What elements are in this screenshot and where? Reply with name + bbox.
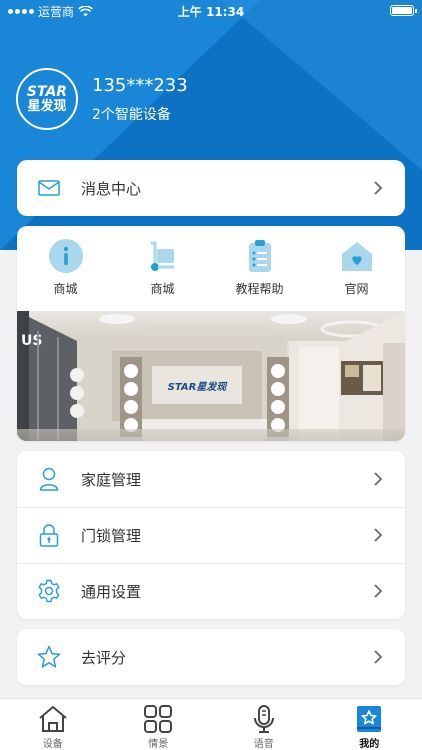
tab-voice[interactable]: 语音: [211, 699, 317, 750]
rate-card: 去评分: [17, 629, 405, 685]
profile-badge-icon: [353, 704, 385, 734]
quick-links: 商城 商城 教程帮助 官网: [17, 226, 405, 311]
star-icon: [37, 645, 61, 669]
user-icon: [37, 467, 61, 491]
lock-icon: [37, 523, 61, 547]
quick-link-mall-cart[interactable]: 商城: [114, 238, 211, 311]
quick-link-label: 商城: [150, 282, 175, 296]
message-center-label: 消息中心: [81, 179, 142, 198]
tab-label: 我的: [359, 739, 380, 750]
showroom-photo: US STAR星发现: [17, 311, 405, 441]
tab-bar: 设备 情景 语音 我的: [0, 698, 422, 750]
status-bar: 运营商 上午 11:34: [0, 0, 422, 22]
wall-sign-text: US: [21, 333, 42, 349]
microphone-icon: [248, 704, 280, 734]
tab-scenes[interactable]: 情景: [106, 699, 212, 750]
tab-label: 设备: [42, 739, 63, 750]
logo-text-en: STAR: [26, 83, 68, 100]
battery-icon: [390, 5, 417, 16]
message-center-card: 消息中心: [17, 160, 405, 216]
device-count: 2个智能设备: [92, 106, 171, 123]
gear-icon: [37, 579, 61, 603]
family-management-label: 家庭管理: [81, 470, 142, 489]
message-center-row[interactable]: 消息中心: [17, 160, 405, 216]
mail-icon: [37, 176, 61, 200]
general-settings-label: 通用设置: [81, 582, 142, 601]
chevron-right-icon: [374, 528, 383, 542]
home-heart-icon: [339, 238, 375, 274]
brand-logo-avatar: STAR 星发现: [16, 68, 78, 130]
tab-label: 语音: [253, 739, 274, 750]
quick-link-website[interactable]: 官网: [308, 238, 405, 311]
rate-app-row[interactable]: 去评分: [17, 629, 405, 685]
info-icon: [48, 238, 84, 274]
cart-icon: [145, 238, 181, 274]
rate-app-label: 去评分: [81, 648, 127, 667]
lock-management-row[interactable]: 门锁管理: [17, 507, 405, 563]
reception-sign-text: STAR星发现: [168, 381, 229, 393]
chevron-right-icon: [374, 472, 383, 486]
tab-mine[interactable]: 我的: [317, 699, 422, 750]
chevron-right-icon: [374, 181, 383, 195]
tab-label: 情景: [148, 739, 169, 750]
quick-link-label: 教程帮助: [235, 282, 284, 296]
family-management-row[interactable]: 家庭管理: [17, 451, 405, 507]
quick-link-label: 官网: [344, 282, 369, 296]
settings-card: 家庭管理 门锁管理 通用设置: [17, 451, 405, 619]
chevron-right-icon: [374, 650, 383, 664]
tab-devices[interactable]: 设备: [0, 699, 106, 750]
house-icon: [37, 704, 69, 734]
user-profile[interactable]: STAR 星发现 135***233 2个智能设备: [16, 68, 188, 130]
quick-link-mall[interactable]: 商城: [17, 238, 114, 311]
quick-link-label: 商城: [53, 282, 78, 296]
lock-management-label: 门锁管理: [81, 526, 142, 545]
user-phone: 135***233: [92, 74, 188, 96]
showroom-banner[interactable]: US STAR星发现: [17, 311, 405, 441]
clock: 上午 11:34: [177, 5, 245, 19]
chevron-right-icon: [374, 584, 383, 598]
general-settings-row[interactable]: 通用设置: [17, 563, 405, 619]
logo-text-cn: 星发现: [27, 98, 67, 114]
quick-link-tutorial[interactable]: 教程帮助: [211, 238, 308, 311]
clipboard-icon: [242, 238, 278, 274]
grid-icon: [142, 704, 174, 734]
